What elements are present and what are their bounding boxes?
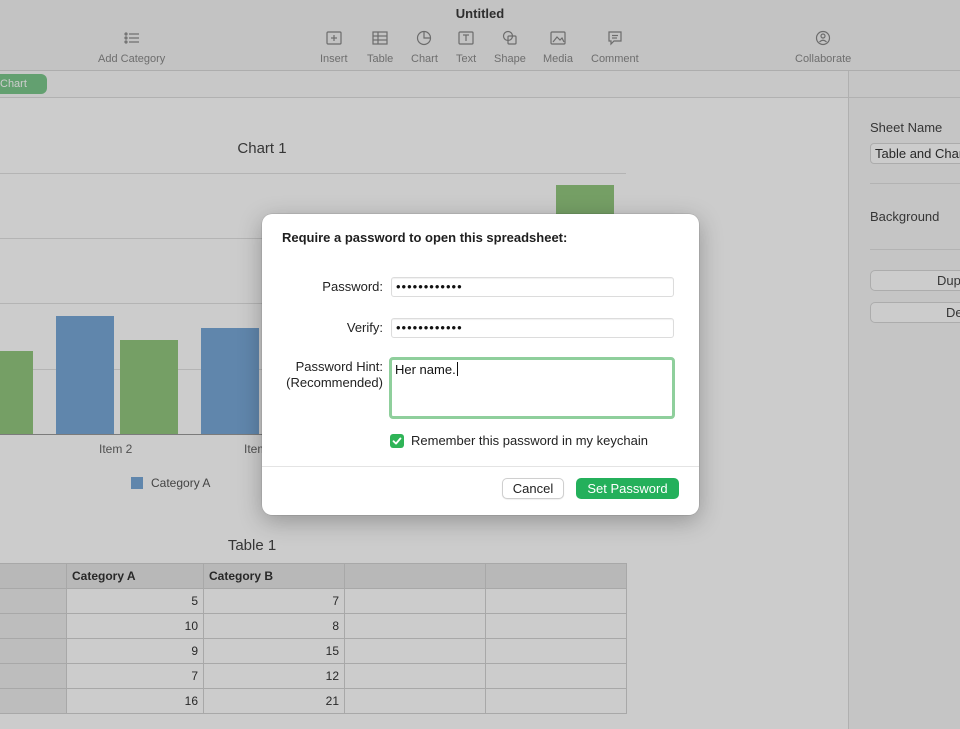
cancel-button[interactable]: Cancel — [502, 478, 564, 499]
password-label: Password: — [322, 279, 383, 294]
checkmark-icon — [392, 437, 402, 444]
password-hint-recommended-label: (Recommended) — [286, 375, 383, 390]
dialog-title: Require a password to open this spreadsh… — [282, 230, 568, 245]
dialog-divider — [262, 466, 699, 467]
password-hint-label: Password Hint: — [295, 359, 383, 374]
password-hint-field[interactable]: Her name. — [389, 357, 675, 419]
verify-field[interactable]: •••••••••••• — [391, 318, 674, 338]
text-caret — [456, 362, 458, 376]
keychain-option[interactable]: Remember this password in my keychain — [390, 433, 648, 448]
keychain-checkbox[interactable] — [390, 433, 404, 448]
keychain-label: Remember this password in my keychain — [411, 433, 648, 448]
password-hint-text: Her name. — [395, 362, 456, 377]
verify-label: Verify: — [346, 320, 383, 335]
password-dialog: Require a password to open this spreadsh… — [262, 214, 699, 515]
set-password-button[interactable]: Set Password — [576, 478, 679, 499]
password-field[interactable]: •••••••••••• — [391, 277, 674, 297]
